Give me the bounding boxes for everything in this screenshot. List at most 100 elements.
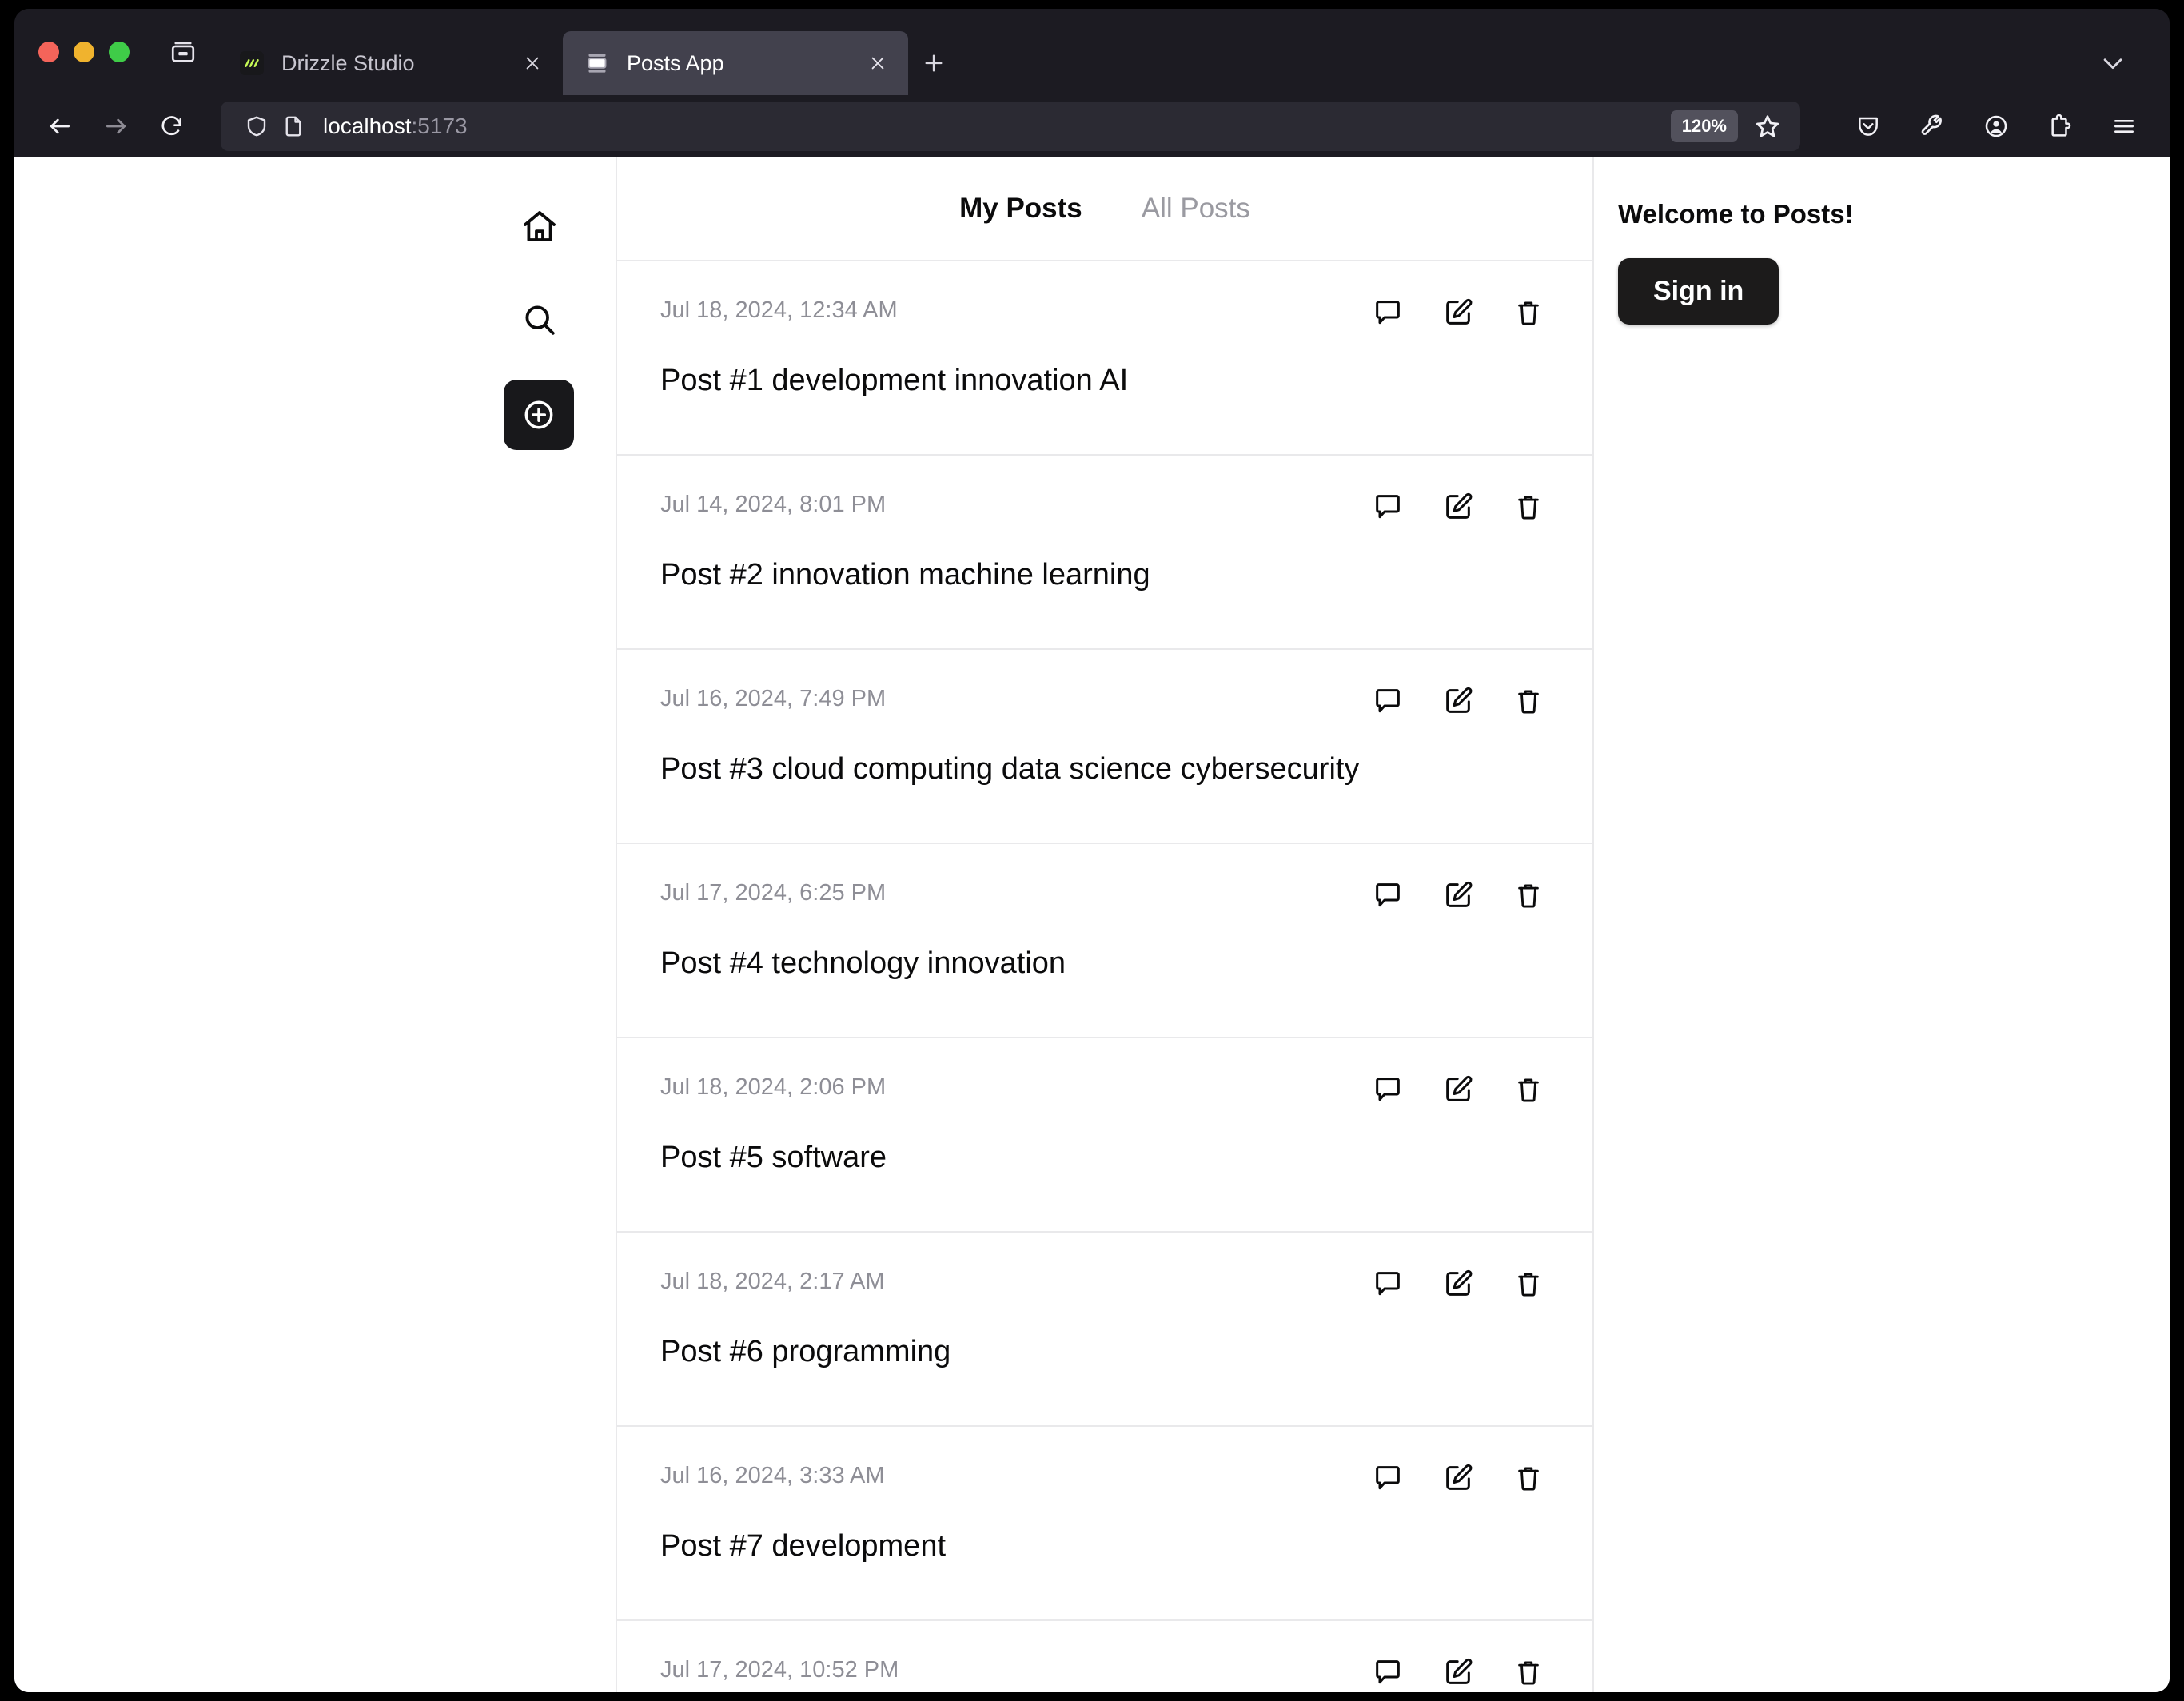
message-square-icon[interactable] [1367,680,1409,722]
post-row-header: Jul 16, 2024, 3:33 AM [660,1457,1549,1499]
post-row[interactable]: Jul 18, 2024, 2:06 PM Post #5 software [617,1038,1592,1233]
post-date: Jul 18, 2024, 2:06 PM [660,1074,887,1100]
tab-all-posts[interactable]: All Posts [1142,193,1250,225]
post-row-header: Jul 18, 2024, 12:34 AM [660,292,1549,333]
post-title[interactable]: Post #4 technology innovation [660,945,1549,983]
post-row-header: Jul 18, 2024, 2:06 PM [660,1069,1549,1110]
post-date: Jul 16, 2024, 7:49 PM [660,686,887,711]
bookmark-star-icon[interactable] [1744,103,1791,149]
page-viewport: My Posts All Posts Jul 18, 2024, 12:34 A… [14,157,2170,1692]
account-icon[interactable] [1968,102,2024,151]
search-icon[interactable] [505,285,574,354]
post-row[interactable]: Jul 17, 2024, 6:25 PM Post #4 technology … [617,844,1592,1038]
post-row[interactable]: Jul 14, 2024, 8:01 PM Post #2 innovation … [617,456,1592,650]
square-pen-icon[interactable] [1437,1263,1479,1305]
post-row[interactable]: Jul 16, 2024, 7:49 PM Post #3 cloud compu… [617,650,1592,844]
menu-icon[interactable] [2096,102,2152,151]
minimize-window-button[interactable] [74,42,94,62]
square-pen-icon[interactable] [1437,874,1479,916]
post-row-header: Jul 17, 2024, 10:52 PM [660,1651,1549,1692]
post-row-header: Jul 16, 2024, 7:49 PM [660,680,1549,722]
post-row[interactable]: Jul 16, 2024, 3:33 AM Post #7 development [617,1427,1592,1621]
posts-column: My Posts All Posts Jul 18, 2024, 12:34 A… [616,157,1594,1692]
browser-window: Drizzle Studio Posts App localhost:5173 … [14,9,2170,1692]
post-row[interactable]: Jul 18, 2024, 12:34 AM Post #1 developmen… [617,261,1592,456]
post-date: Jul 18, 2024, 2:17 AM [660,1269,885,1294]
post-title[interactable]: Post #5 software [660,1139,1549,1177]
pocket-icon[interactable] [1840,102,1896,151]
message-square-icon[interactable] [1367,1069,1409,1110]
trash-icon[interactable] [1508,1457,1549,1499]
page-title: Welcome to Posts! [1618,199,1854,229]
post-row[interactable]: Jul 17, 2024, 10:52 PM [617,1621,1592,1692]
window-traffic-lights [14,9,149,95]
chevron-down-icon[interactable] [2077,31,2149,95]
message-square-icon[interactable] [1367,292,1409,333]
forward-arrow-icon[interactable] [88,102,144,151]
square-pen-icon[interactable] [1437,1651,1479,1692]
reload-icon[interactable] [144,102,200,151]
trash-icon[interactable] [1508,1069,1549,1110]
post-actions [1367,1457,1549,1499]
trash-icon[interactable] [1508,680,1549,722]
trash-icon[interactable] [1508,1651,1549,1692]
tab-my-posts[interactable]: My Posts [959,193,1082,225]
wrench-icon[interactable] [1904,102,1960,151]
post-title[interactable]: Post #6 programming [660,1333,1549,1372]
navigation-toolbar: localhost:5173 120% [14,95,2170,157]
post-date: Jul 17, 2024, 6:25 PM [660,880,887,906]
zoom-level-badge[interactable]: 120% [1670,110,1738,142]
post-actions [1367,1263,1549,1305]
square-pen-icon[interactable] [1437,1457,1479,1499]
tab-strip: Drizzle Studio Posts App [14,9,2170,95]
trash-icon[interactable] [1508,1263,1549,1305]
post-actions [1367,680,1549,722]
trash-icon[interactable] [1508,874,1549,916]
posts-tab-bar: My Posts All Posts [617,157,1592,261]
post-row[interactable]: Jul 18, 2024, 2:17 AM Post #6 programming [617,1233,1592,1427]
post-row-header: Jul 18, 2024, 2:17 AM [660,1263,1549,1305]
app-left-rail [14,157,616,1692]
list-all-tabs-icon[interactable] [149,9,217,95]
message-square-icon[interactable] [1367,1263,1409,1305]
message-square-icon[interactable] [1367,486,1409,528]
welcome-panel: Welcome to Posts! Sign in [1594,157,2170,1692]
post-actions [1367,1069,1549,1110]
post-date: Jul 18, 2024, 12:34 AM [660,297,898,323]
tab-posts-app[interactable]: Posts App [563,31,908,95]
zoom-window-button[interactable] [109,42,130,62]
create-post-button[interactable] [504,380,574,450]
url-bar[interactable]: localhost:5173 120% [221,102,1800,151]
post-title[interactable]: Post #7 development [660,1528,1549,1566]
message-square-icon[interactable] [1367,874,1409,916]
close-tab-icon[interactable] [515,46,550,81]
post-title[interactable]: Post #1 development innovation AI [660,362,1549,400]
trash-icon[interactable] [1508,486,1549,528]
url-text[interactable]: localhost:5173 [323,114,1671,139]
message-square-icon[interactable] [1367,1457,1409,1499]
tab-title: Posts App [627,50,724,75]
close-window-button[interactable] [38,42,59,62]
message-square-icon[interactable] [1367,1651,1409,1692]
post-actions [1367,486,1549,528]
post-title[interactable]: Post #2 innovation machine learning [660,556,1549,595]
post-title[interactable]: Post #3 cloud computing data science cyb… [660,751,1549,789]
back-arrow-icon[interactable] [32,102,88,151]
close-tab-icon[interactable] [860,46,895,81]
page-icon[interactable] [275,108,312,145]
toolbar-right-icons [1840,102,2152,151]
new-tab-button[interactable] [908,31,959,95]
tab-drizzle-studio[interactable]: Drizzle Studio [217,31,563,95]
trash-icon[interactable] [1508,292,1549,333]
extensions-icon[interactable] [2032,102,2088,151]
post-date: Jul 16, 2024, 3:33 AM [660,1463,885,1488]
home-icon[interactable] [505,193,574,261]
square-pen-icon[interactable] [1437,292,1479,333]
square-pen-icon[interactable] [1437,486,1479,528]
post-actions [1367,1651,1549,1692]
post-actions [1367,292,1549,333]
square-pen-icon[interactable] [1437,1069,1479,1110]
square-pen-icon[interactable] [1437,680,1479,722]
sign-in-button[interactable]: Sign in [1618,258,1779,325]
shield-icon[interactable] [238,108,275,145]
